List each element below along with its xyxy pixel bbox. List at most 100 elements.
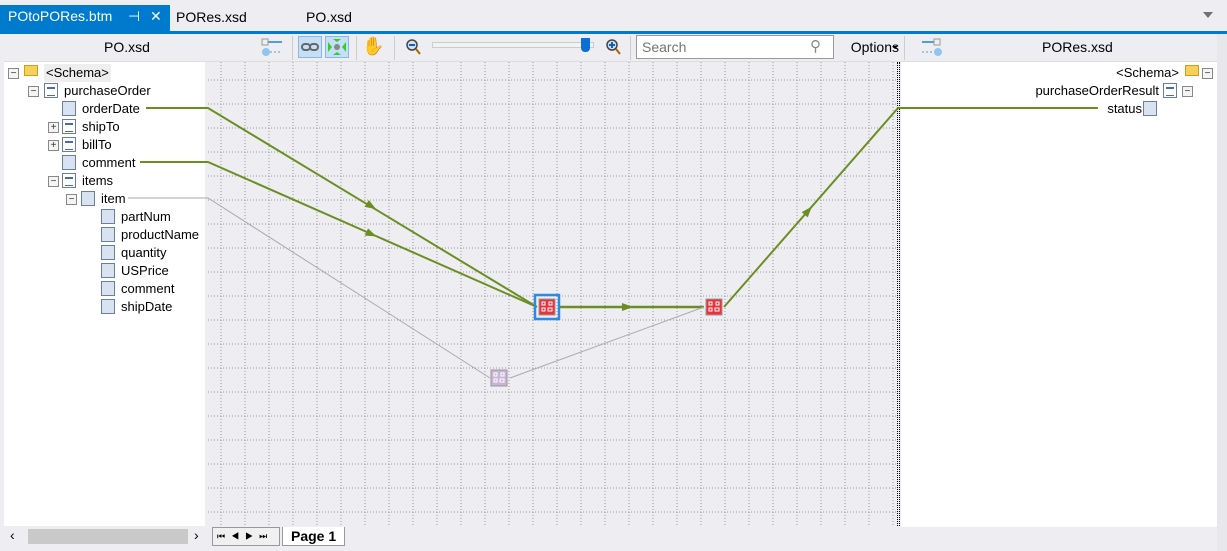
pan-hand-icon[interactable]: ✋: [362, 36, 386, 58]
tab-label: PO.xsd: [306, 9, 352, 25]
tree-node[interactable]: − item: [4, 190, 204, 208]
record-icon: [62, 119, 76, 134]
expand-source-tree-icon[interactable]: [260, 36, 284, 58]
folder-icon: [1185, 65, 1199, 76]
document-tab-bar: POtoPORes.btm ⊣ ✕ PORes.xsd PO.xsd: [0, 0, 1227, 34]
mapping-grid[interactable]: [208, 62, 898, 527]
tree-node[interactable]: quantity: [4, 244, 204, 262]
tab-po-xsd[interactable]: PO.xsd: [298, 6, 360, 31]
vertical-scrollbar[interactable]: [1217, 34, 1227, 551]
element-icon: [101, 245, 115, 260]
show-links-toggle[interactable]: [298, 36, 322, 58]
scroll-right-icon[interactable]: ›: [194, 527, 199, 543]
zoom-out-icon[interactable]: [404, 36, 422, 58]
options-dropdown[interactable]: Options: [839, 39, 899, 55]
tree-node[interactable]: − items: [4, 172, 204, 190]
tree-node[interactable]: comment: [4, 280, 204, 298]
collapse-icon[interactable]: −: [1202, 68, 1213, 79]
center-view-toggle[interactable]: [325, 36, 349, 58]
tree-node-label: purchaseOrderResult: [1035, 83, 1159, 98]
next-page-icon[interactable]: ▶: [245, 531, 259, 541]
close-icon[interactable]: ✕: [150, 5, 162, 27]
element-icon: [101, 281, 115, 296]
tree-node[interactable]: USPrice: [4, 262, 204, 280]
tab-overflow-dropdown-icon[interactable]: [1203, 12, 1213, 18]
tree-node-label: <Schema>: [44, 64, 111, 82]
scroll-left-icon[interactable]: ‹: [10, 527, 15, 543]
horizontal-scrollbar-thumb[interactable]: [28, 529, 188, 544]
tab-pores-xsd[interactable]: PORes.xsd: [168, 6, 255, 31]
tree-node-label: billTo: [82, 137, 112, 152]
expand-target-tree-icon[interactable]: [920, 36, 944, 58]
record-icon: [44, 83, 58, 98]
zoom-slider[interactable]: [432, 38, 594, 52]
tree-node-label: comment: [82, 155, 136, 170]
tree-node-label: shipTo: [82, 119, 120, 134]
tree-node-label: items: [82, 173, 114, 188]
linked-record-icon: [81, 191, 95, 206]
zoom-in-icon[interactable]: [604, 36, 622, 58]
expand-icon[interactable]: +: [48, 140, 59, 151]
target-schema-tree: <Schema> − purchaseOrderResult − status: [901, 62, 1217, 546]
tree-node[interactable]: productName: [4, 226, 204, 244]
tree-node[interactable]: comment: [4, 154, 204, 172]
grid-divider[interactable]: [897, 62, 900, 546]
grid-lines: [208, 62, 898, 527]
search-input[interactable]: [636, 35, 834, 59]
tree-node[interactable]: partNum: [4, 208, 204, 226]
tree-node[interactable]: purchaseOrderResult −: [901, 82, 1217, 100]
tree-node[interactable]: orderDate: [4, 100, 204, 118]
collapse-icon[interactable]: −: [28, 86, 39, 97]
search-icon[interactable]: ⚲: [810, 37, 821, 55]
collapse-icon[interactable]: −: [1182, 86, 1193, 97]
zoom-slider-thumb[interactable]: [581, 38, 590, 52]
tree-node-label: <Schema>: [1116, 65, 1179, 80]
tree-node-label: shipDate: [121, 299, 173, 314]
expand-icon[interactable]: +: [48, 122, 59, 133]
options-chevron-down-icon: [892, 46, 898, 49]
tab-label: POtoPORes.btm: [8, 8, 113, 24]
tree-node[interactable]: − <Schema>: [4, 64, 204, 82]
tree-node-label: quantity: [121, 245, 167, 260]
page-navigation[interactable]: ⏮◀▶⏭: [212, 527, 280, 546]
target-schema-title: PORes.xsd: [1042, 39, 1113, 55]
collapse-icon[interactable]: −: [66, 194, 77, 205]
tree-node[interactable]: + billTo: [4, 136, 204, 154]
tree-node[interactable]: − purchaseOrder: [4, 82, 204, 100]
linked-field-icon: [62, 101, 76, 116]
element-icon: [101, 299, 115, 314]
collapse-icon[interactable]: −: [8, 68, 19, 79]
collapse-icon[interactable]: −: [48, 176, 59, 187]
mapper-toolbar: PO.xsd ✋ Options PORes.xsd: [4, 34, 1217, 62]
tree-node-label: comment: [121, 281, 175, 296]
tree-node-label: orderDate: [82, 101, 140, 116]
pin-icon[interactable]: ⊣: [128, 5, 140, 27]
record-icon: [62, 173, 76, 188]
tree-node-label: status: [1107, 101, 1142, 116]
tab-page-1[interactable]: Page 1: [282, 527, 346, 546]
attribute-icon: [101, 209, 115, 224]
first-page-icon[interactable]: ⏮: [217, 531, 231, 541]
element-icon: [101, 263, 115, 278]
source-schema-tree: − <Schema> − purchaseOrder orderDate + shipTo +…: [4, 62, 205, 526]
source-schema-title: PO.xsd: [104, 39, 150, 55]
linked-field-icon: [62, 155, 76, 170]
tree-node[interactable]: shipDate: [4, 298, 204, 316]
bottom-bar: ‹ › ⏮◀▶⏭ Page 1: [4, 527, 1217, 546]
tree-node[interactable]: + shipTo: [4, 118, 204, 136]
tab-potopores-btm[interactable]: POtoPORes.btm ⊣ ✕: [0, 5, 170, 31]
tree-node[interactable]: status: [901, 100, 1217, 118]
tree-node-label: partNum: [121, 209, 171, 224]
tree-node[interactable]: <Schema> −: [901, 64, 1217, 82]
tree-node-label: USPrice: [121, 263, 169, 278]
last-page-icon[interactable]: ⏭: [259, 531, 273, 541]
tree-node-label: purchaseOrder: [64, 83, 151, 98]
page-tab-label: Page 1: [291, 528, 337, 544]
linked-field-icon: [1143, 101, 1157, 116]
record-icon: [62, 137, 76, 152]
prev-page-icon[interactable]: ◀: [231, 531, 245, 541]
tab-label: PORes.xsd: [176, 9, 247, 25]
folder-icon: [24, 65, 38, 76]
element-icon: [101, 227, 115, 242]
tree-node-label: item: [101, 191, 126, 206]
